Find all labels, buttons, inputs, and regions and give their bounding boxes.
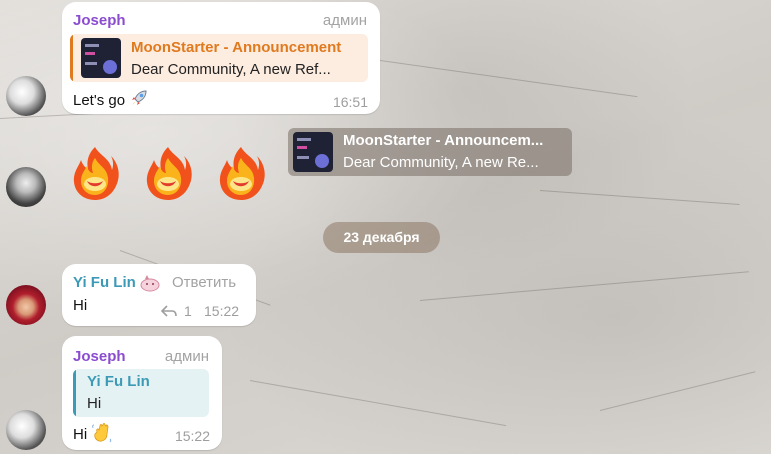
message-text-content: Hi [73, 426, 88, 443]
waving-hand-icon [92, 423, 112, 443]
message-time: 16:51 [332, 94, 368, 110]
fire-emoji-icon [73, 147, 119, 200]
replies-icon[interactable] [161, 304, 177, 318]
message-bubble[interactable]: Joseph админ Yi Fu Lin Hi Hi 15:22 [62, 336, 222, 450]
sender-name[interactable]: Joseph [73, 12, 126, 29]
announcement-thumbnail [81, 38, 121, 78]
quote-title: Yi Fu Lin [87, 373, 150, 390]
message-bubble[interactable]: Yi Fu Lin Ответить Hi 1 15:22 [62, 264, 256, 326]
message-text: Let's go [73, 88, 149, 109]
avatar-joseph[interactable] [6, 76, 46, 116]
admin-badge: админ [322, 12, 367, 29]
reply-count[interactable]: 1 [184, 303, 192, 319]
message-text-content: Let's go [73, 92, 126, 109]
rocket-icon [132, 90, 147, 105]
sender-name[interactable]: Yi Fu Lin [73, 274, 136, 291]
announcement-thumbnail [293, 132, 333, 172]
message-text: Hi [73, 297, 88, 314]
fire-emoji-icon [146, 147, 192, 200]
message-text: Hi [73, 422, 113, 444]
avatar-joseph[interactable] [6, 410, 46, 450]
forwarded-announcement[interactable]: MoonStarter - Announcem... Dear Communit… [288, 128, 572, 176]
reply-button[interactable]: Ответить [172, 274, 236, 291]
quote-text: Hi [87, 395, 102, 412]
sticker-badge-icon [140, 275, 160, 292]
forward-title: MoonStarter - Announcem... [343, 132, 544, 149]
message-time: 15:22 [174, 428, 210, 444]
quote-text: Dear Community, A new Ref... [131, 61, 331, 78]
avatar-yi-fu-lin[interactable] [6, 285, 46, 325]
message-time: 15:22 [204, 303, 240, 319]
quoted-announcement[interactable]: MoonStarter - Announcement Dear Communit… [70, 34, 368, 82]
sender-name[interactable]: Joseph [73, 348, 126, 365]
fire-emoji-icon [219, 147, 265, 200]
message-bubble[interactable]: Joseph админ MoonStarter - Announcement … [62, 2, 380, 114]
quoted-reply[interactable]: Yi Fu Lin Hi [73, 369, 209, 417]
date-separator: 23 декабря [323, 222, 440, 253]
admin-badge: админ [164, 348, 209, 365]
forward-text: Dear Community, A new Re... [343, 154, 539, 171]
avatar-user[interactable] [6, 167, 46, 207]
quote-title: MoonStarter - Announcement [131, 39, 342, 56]
